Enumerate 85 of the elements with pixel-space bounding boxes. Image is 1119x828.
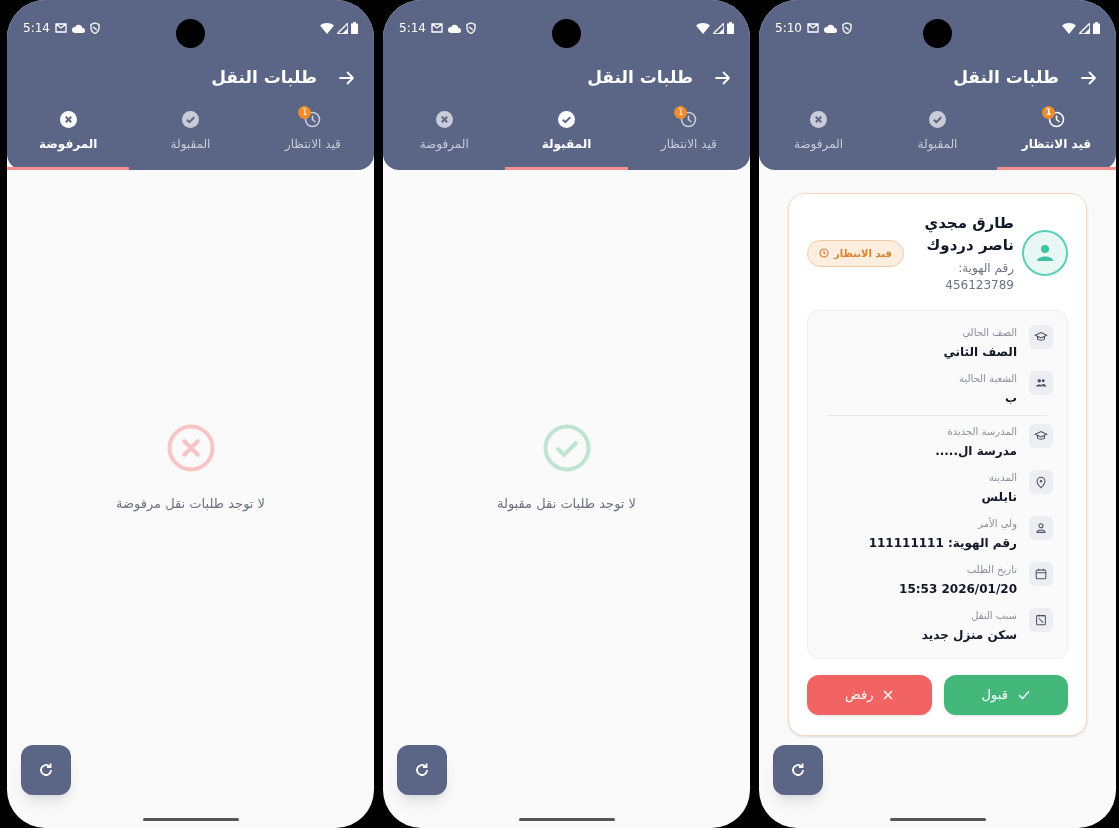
- graduation-cap-icon: [1034, 330, 1048, 344]
- page-title: طلبات النقل: [953, 66, 1059, 90]
- check-circle-icon: [929, 111, 946, 128]
- check-circle-icon: [558, 111, 575, 128]
- refresh-icon: [790, 762, 806, 778]
- detail-label: ولي الأمر: [976, 516, 1017, 531]
- camera-cutout: [551, 19, 581, 48]
- x-circle-icon: [59, 111, 77, 128]
- detail-label: المدرسة الجديدة: [946, 425, 1017, 439]
- detail-value: نابلس: [981, 489, 1017, 506]
- calendar-icon: [1034, 567, 1048, 581]
- signal-icon: [1079, 22, 1090, 34]
- tab[interactable]: المقبولة: [505, 100, 628, 170]
- cloud-icon: [71, 23, 85, 33]
- detail-label: سبب النقل: [970, 609, 1017, 623]
- empty-message: لا توجد طلبات نقل مرفوضة: [116, 495, 265, 514]
- detail-value: ب: [1003, 390, 1017, 407]
- refresh-button[interactable]: [21, 745, 71, 795]
- empty-message: لا توجد طلبات نقل مقبولة: [496, 495, 637, 514]
- mail-icon: [430, 23, 443, 33]
- check-icon: [1017, 690, 1030, 700]
- camera-cutout: [175, 19, 205, 48]
- mail-icon: [54, 23, 67, 33]
- shield-icon: [89, 22, 100, 34]
- clock-icon: [819, 248, 829, 258]
- back-arrow-icon[interactable]: [339, 71, 355, 85]
- check-circle-icon: [182, 111, 199, 128]
- tab[interactable]: المقبولة: [129, 100, 252, 170]
- wifi-icon: [696, 22, 710, 34]
- wifi-icon: [320, 22, 334, 34]
- cloud-icon: [447, 23, 461, 33]
- check-circle-icon: [542, 424, 591, 473]
- tab[interactable]: المرفوضة: [759, 100, 878, 170]
- count-badge: 1: [298, 106, 312, 119]
- battery-icon: [351, 22, 358, 34]
- status-badge: قيد الانتظار: [807, 239, 904, 267]
- refresh-icon: [414, 762, 430, 778]
- student-name: طارق مجدي ناصر دردوك: [923, 213, 1014, 256]
- battery-icon: [1093, 22, 1100, 34]
- tab[interactable]: المرفوضة: [383, 100, 506, 170]
- detail-value: 2026/01/20 15:53: [899, 581, 1017, 598]
- detail-value: الصف الثاني: [943, 344, 1017, 361]
- note-icon: [1034, 613, 1048, 627]
- page-title: طلبات النقل: [587, 66, 693, 90]
- graduation-cap-icon: [1034, 429, 1048, 443]
- detail-value: مدرسة ال.....: [935, 443, 1017, 460]
- accept-button[interactable]: قبول: [943, 675, 1068, 715]
- detail-label: المدينة: [987, 471, 1017, 485]
- status-time: 5:10: [775, 20, 802, 37]
- detail-value: رقم الهوية: 111111111: [868, 535, 1017, 552]
- tab[interactable]: المرفوضة: [7, 100, 130, 170]
- avatar-icon: [1035, 243, 1055, 263]
- people-icon: [1034, 376, 1048, 390]
- back-arrow-icon[interactable]: [715, 71, 731, 85]
- detail-label: تاريخ الطلب: [965, 563, 1017, 577]
- person-icon: [1034, 521, 1048, 535]
- detail-label: الصف الحالي: [961, 326, 1017, 340]
- detail-label: الشعبة الحالية: [959, 372, 1017, 386]
- x-circle-icon: [810, 111, 827, 128]
- refresh-button[interactable]: [397, 745, 447, 795]
- back-arrow-icon[interactable]: [1081, 71, 1097, 85]
- student-id: رقم الهوية: 456123789: [944, 260, 1014, 294]
- signal-icon: [713, 22, 724, 34]
- x-circle-icon: [435, 111, 453, 128]
- wifi-icon: [1062, 22, 1076, 34]
- refresh-icon: [38, 762, 54, 778]
- close-icon: [883, 690, 894, 700]
- status-time: 5:14: [23, 20, 50, 37]
- status-time: 5:14: [399, 20, 426, 37]
- map-pin-icon: [1034, 475, 1048, 489]
- camera-cutout: [922, 19, 952, 48]
- count-badge: 1: [674, 106, 688, 119]
- signal-icon: [337, 22, 348, 34]
- count-badge: 1: [1042, 106, 1055, 119]
- cloud-icon: [823, 23, 837, 33]
- battery-icon: [727, 22, 734, 34]
- x-circle-icon: [166, 424, 215, 473]
- page-title: طلبات النقل: [211, 66, 317, 90]
- mail-icon: [806, 23, 819, 33]
- refresh-button[interactable]: [773, 745, 823, 795]
- shield-icon: [841, 22, 852, 34]
- shield-icon: [465, 22, 476, 34]
- reject-button[interactable]: رفض: [807, 675, 932, 715]
- tab[interactable]: المقبولة: [878, 100, 997, 170]
- detail-value: سكن منزل جديد: [921, 627, 1017, 644]
